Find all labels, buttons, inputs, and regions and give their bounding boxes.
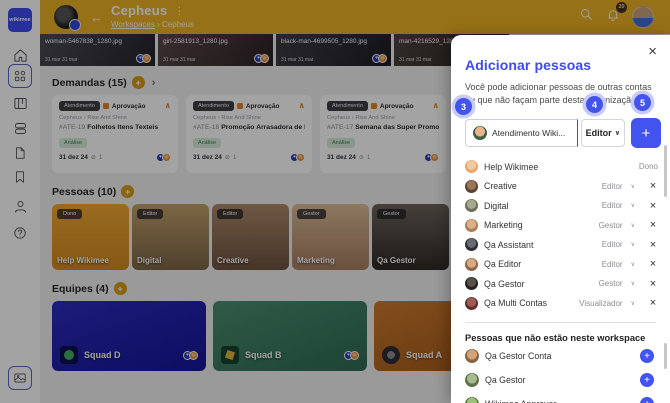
role-select[interactable]: Editor ∨: [581, 119, 625, 147]
non-member-name: Qa Gestor: [485, 375, 526, 385]
panel-title: Adicionar pessoas: [465, 57, 658, 73]
member-name: Qa Assistant: [484, 240, 533, 250]
remove-member-button[interactable]: ×: [648, 200, 658, 212]
avatar: [465, 219, 478, 232]
avatar: [465, 297, 478, 310]
divider: [465, 322, 656, 323]
confirm-add-person-button[interactable]: +: [631, 118, 661, 148]
scrollbar-thumb[interactable]: [664, 343, 667, 369]
member-role: Gestor: [599, 221, 623, 230]
chevron-down-icon: ∨: [615, 129, 621, 137]
add-non-member-button[interactable]: +: [640, 373, 654, 387]
non-member-name: Wikimee Approver: [485, 399, 556, 403]
scrollbar-thumb[interactable]: [664, 145, 667, 197]
member-row: Marketing Gestor ∨ ×: [465, 216, 658, 236]
role-dropdown-chevron[interactable]: ∨: [631, 202, 635, 209]
member-role: Editor: [602, 201, 623, 210]
role-dropdown-chevron[interactable]: ∨: [631, 261, 635, 268]
role-dropdown-chevron[interactable]: ∨: [631, 183, 635, 190]
person-search-value: Atendimento Wiki...: [492, 128, 565, 138]
remove-member-button[interactable]: ×: [648, 219, 658, 231]
member-role: Editor: [602, 182, 623, 191]
avatar: [465, 397, 479, 403]
selected-person-avatar: [473, 126, 487, 140]
non-member-name: Qa Gestor Conta: [485, 351, 552, 361]
member-role: Editor: [602, 240, 623, 249]
avatar: [465, 160, 478, 173]
tutorial-step-5-badge: 5: [634, 94, 651, 111]
close-panel-button[interactable]: ×: [648, 44, 657, 59]
role-dropdown-chevron[interactable]: ∨: [631, 300, 635, 307]
member-role: Dono: [639, 162, 658, 171]
member-name: Qa Gestor: [484, 279, 525, 289]
panel-description: Você pode adicionar pessoas de outras co…: [465, 81, 658, 107]
tutorial-step-3-badge: 3: [455, 98, 472, 115]
avatar: [465, 258, 478, 271]
remove-member-button[interactable]: ×: [648, 258, 658, 270]
member-name: Marketing: [484, 220, 523, 230]
member-row: Qa Editor Editor ∨ ×: [465, 255, 658, 275]
members-list: Help Wikimee Dono Creative Editor ∨ × Di…: [465, 157, 658, 313]
role-dropdown-chevron[interactable]: ∨: [631, 241, 635, 248]
add-people-panel: × Adicionar pessoas Você pode adicionar …: [451, 35, 670, 403]
avatar: [465, 238, 478, 251]
member-name: Help Wikimee: [484, 162, 538, 172]
avatar: [465, 277, 478, 290]
member-name: Digital: [484, 201, 508, 211]
non-member-row: Qa Gestor Conta +: [465, 345, 658, 367]
member-row: Digital Editor ∨ ×: [465, 196, 658, 216]
non-member-row: Wikimee Approver +: [465, 393, 658, 403]
member-row: Creative Editor ∨ ×: [465, 177, 658, 197]
member-row: Qa Assistant Editor ∨ ×: [465, 235, 658, 255]
role-dropdown-chevron[interactable]: ∨: [631, 222, 635, 229]
app-window: wikimee ←: [0, 0, 670, 403]
remove-member-button[interactable]: ×: [648, 239, 658, 251]
add-person-form: Atendimento Wiki... Editor ∨ +: [465, 118, 658, 148]
member-row: Qa Gestor Gestor ∨ ×: [465, 274, 658, 294]
member-name: Qa Editor: [484, 259, 521, 269]
role-dropdown-chevron[interactable]: ∨: [631, 280, 635, 287]
avatar: [465, 373, 479, 387]
tutorial-step-4-badge: 4: [586, 96, 603, 113]
avatar: [465, 199, 478, 212]
member-name: Qa Multi Contas: [484, 298, 547, 308]
person-search-input[interactable]: Atendimento Wiki...: [465, 119, 578, 147]
avatar: [465, 349, 479, 363]
remove-member-button[interactable]: ×: [648, 278, 658, 290]
role-select-value: Editor: [586, 128, 612, 138]
add-non-member-button[interactable]: +: [640, 349, 654, 363]
add-non-member-button[interactable]: +: [640, 397, 654, 403]
member-role: Visualizador: [579, 299, 622, 308]
non-members-header: Pessoas que não estão neste workspace: [465, 333, 658, 343]
member-row: Help Wikimee Dono: [465, 157, 658, 177]
remove-member-button[interactable]: ×: [648, 297, 658, 309]
member-name: Creative: [484, 181, 517, 191]
member-role: Editor: [602, 260, 623, 269]
member-row: Qa Multi Contas Visualizador ∨ ×: [465, 294, 658, 314]
non-member-row: Qa Gestor +: [465, 369, 658, 391]
avatar: [465, 180, 478, 193]
remove-member-button[interactable]: ×: [648, 180, 658, 192]
member-role: Gestor: [599, 279, 623, 288]
